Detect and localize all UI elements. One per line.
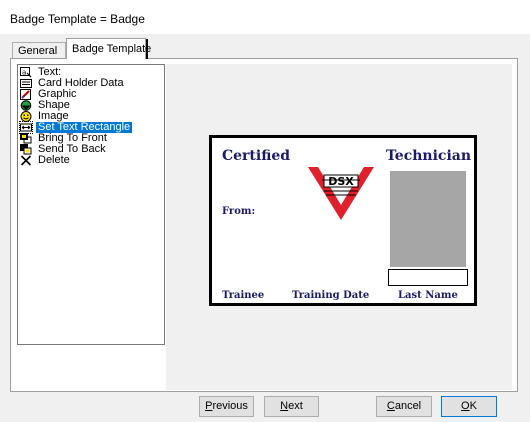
window-title: Badge Template = Badge <box>10 12 145 26</box>
cancel-button[interactable]: Cancel <box>376 396 432 417</box>
badge-template-dialog: Badge Template = Badge General Badge Tem… <box>0 0 530 422</box>
smiley-image-icon <box>20 111 32 122</box>
tool-list[interactable]: a Text: Card Holder Data Graphic Shape I… <box>17 64 165 345</box>
shape-icon <box>20 100 32 111</box>
badge-preview[interactable]: Certified Technician DSX From: Trainee T… <box>209 135 477 306</box>
previous-label: revious <box>212 400 248 412</box>
badge-last-name-text[interactable]: Last Name <box>398 290 458 301</box>
text-tool-icon: a <box>20 67 32 78</box>
tab-badge-template[interactable]: Badge Template <box>66 38 151 59</box>
dsx-logo-text: DSX <box>328 175 354 188</box>
badge-technician-text[interactable]: Technician <box>386 148 471 164</box>
next-label: ext <box>288 400 303 412</box>
bring-to-front-icon <box>20 133 32 144</box>
badge-training-date-text[interactable]: Training Date <box>292 290 369 301</box>
graphic-icon <box>20 89 32 100</box>
cancel-mnemonic: C <box>386 400 395 412</box>
cancel-label: ancel <box>394 400 422 412</box>
previous-button[interactable]: Previous <box>199 396 254 417</box>
send-to-back-icon <box>20 144 32 155</box>
svg-text:a: a <box>22 69 26 77</box>
dsx-logo[interactable]: DSX <box>306 165 376 222</box>
tab-general[interactable]: General <box>12 42 66 58</box>
name-text-box[interactable] <box>388 269 468 286</box>
delete-x-icon <box>20 155 32 166</box>
tool-item-label: Delete <box>38 154 70 166</box>
badge-from-label[interactable]: From: <box>222 206 255 217</box>
ok-label: K <box>469 400 477 412</box>
ok-button[interactable]: OK <box>441 396 497 417</box>
next-mnemonic: N <box>280 400 289 412</box>
photo-placeholder[interactable] <box>390 171 466 267</box>
ok-mnemonic: O <box>461 400 470 412</box>
next-button[interactable]: Next <box>264 396 319 417</box>
text-rectangle-icon <box>19 121 33 134</box>
badge-trainee-text[interactable]: Trainee <box>222 290 264 301</box>
card-holder-icon <box>20 78 32 89</box>
tool-item-delete[interactable]: Delete <box>18 155 164 166</box>
title-bar: Badge Template = Badge <box>0 0 530 34</box>
badge-certified-text[interactable]: Certified <box>222 148 290 164</box>
